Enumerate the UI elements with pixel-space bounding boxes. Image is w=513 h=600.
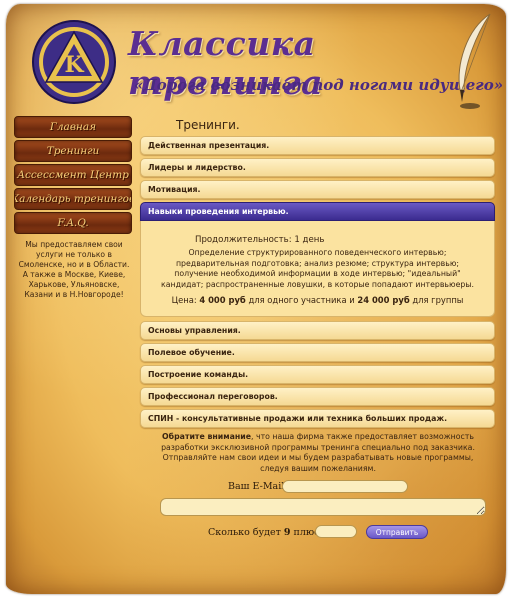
price-middle: для одного участника и — [245, 295, 358, 305]
training-price: Цена: 4 000 руб для одного участника и 2… — [155, 295, 480, 305]
quill-pen-icon — [458, 13, 491, 109]
nav-item-assessment-center[interactable]: Ассессмент Центр — [14, 164, 132, 186]
training-item-motivation[interactable]: Мотивация. — [140, 180, 495, 199]
training-duration: Продолжительность: 1 день — [195, 235, 325, 245]
email-field[interactable] — [282, 480, 408, 493]
training-item-spin-selling[interactable]: СПИН - консультативные продажи или техни… — [140, 409, 495, 428]
training-details-panel: Продолжительность: 1 день Определение ст… — [140, 221, 495, 317]
training-item-interview-skills[interactable]: Навыки проведения интервью. — [140, 202, 495, 221]
training-item-negotiation[interactable]: Профессионал переговоров. — [140, 387, 495, 406]
submit-button[interactable]: Отправить — [366, 525, 428, 539]
nav-item-faq[interactable]: F.A.Q. — [14, 212, 132, 234]
price-suffix: для группы — [409, 295, 464, 305]
custom-program-notice: Обратите внимание, что наша фирма также … — [150, 432, 486, 474]
nav-item-home[interactable]: Главная — [14, 116, 132, 138]
trainings-section: Тренинги. Действенная презентация. Лидер… — [140, 118, 495, 431]
nav-item-trainings[interactable]: Тренинги — [14, 140, 132, 162]
training-item-presentation[interactable]: Действенная презентация. — [140, 136, 495, 155]
svg-text:K: K — [64, 52, 84, 78]
service-area-info: Мы предоставляем свои услуги не только в… — [18, 240, 130, 299]
training-item-leadership[interactable]: Лидеры и лидерство. — [140, 158, 495, 177]
nav-item-training-calendar[interactable]: Календарь тренингов — [14, 188, 132, 210]
page-title: Тренинги. — [176, 118, 240, 132]
price-single: 4 000 руб — [199, 295, 246, 305]
training-item-field-training[interactable]: Полевое обучение. — [140, 343, 495, 362]
captcha-number-a: 9 — [283, 527, 291, 538]
notice-bold: Обратите внимание — [162, 432, 252, 441]
captcha-prefix: Сколько будет — [208, 527, 284, 538]
training-item-team-building[interactable]: Построение команды. — [140, 365, 495, 384]
captcha-answer-field[interactable] — [315, 525, 357, 538]
price-prefix: Цена: — [171, 295, 200, 305]
message-field[interactable] — [160, 498, 486, 516]
training-description: Определение структурированного поведенче… — [161, 248, 474, 289]
triangle-in-circle-logo-icon[interactable]: K — [30, 18, 118, 106]
main-nav: Главная Тренинги Ассессмент Центр Календ… — [14, 116, 132, 236]
training-item-management-basics[interactable]: Основы управления. — [140, 321, 495, 340]
email-label: Ваш E-Mail: — [228, 481, 288, 492]
price-group: 24 000 руб — [357, 295, 410, 305]
